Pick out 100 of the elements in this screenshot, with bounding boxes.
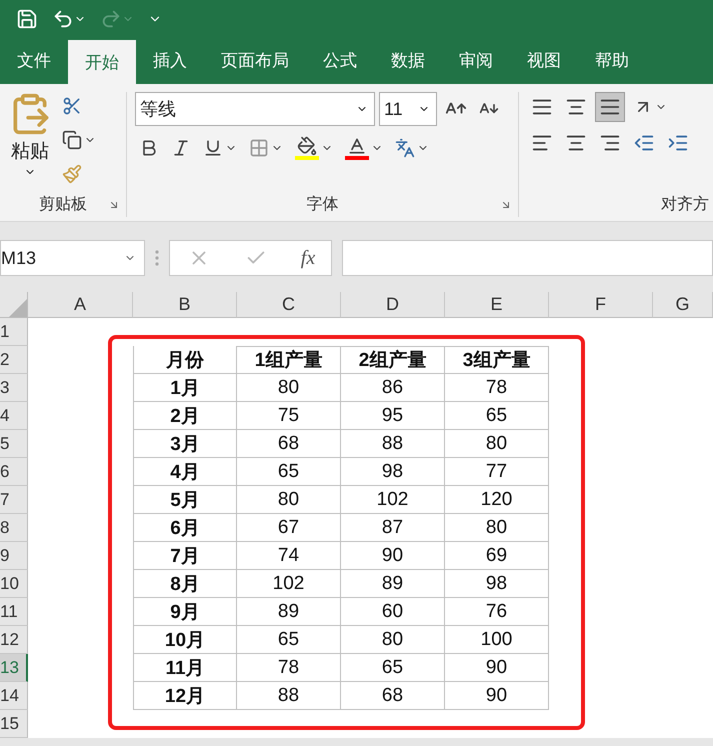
table-cell: 89	[237, 598, 341, 626]
paintbrush-icon	[62, 164, 82, 184]
table-cell: 68	[341, 682, 445, 710]
table-cell: 8月	[133, 570, 237, 598]
ribbon-tab[interactable]: 帮助	[578, 38, 646, 84]
table-cell: 77	[445, 458, 549, 486]
ribbon-tab[interactable]: 插入	[136, 38, 204, 84]
table-cell: 89	[341, 570, 445, 598]
group-label: 字体	[306, 194, 338, 214]
table-cell: 9月	[133, 598, 237, 626]
row-header[interactable]: 7	[0, 486, 28, 514]
table-cell: 4月	[133, 458, 237, 486]
row-header[interactable]: 5	[0, 430, 28, 458]
column-header[interactable]: F	[549, 292, 653, 318]
row-header[interactable]: 12	[0, 626, 28, 654]
dialog-launcher-icon	[108, 199, 120, 211]
table-cell: 65	[237, 626, 341, 654]
column-header[interactable]: D	[341, 292, 445, 318]
ribbon-tab[interactable]: 公式	[306, 38, 374, 84]
table-cell: 78	[237, 654, 341, 682]
table-cell: 87	[341, 514, 445, 542]
name-box[interactable]: M13	[0, 240, 145, 276]
dialog-launcher-icon	[500, 199, 512, 211]
table-cell: 2月	[133, 402, 237, 430]
column-header[interactable]: E	[445, 292, 549, 318]
underline-icon	[203, 138, 223, 158]
row-header[interactable]: 8	[0, 514, 28, 542]
column-header[interactable]: A	[28, 292, 133, 318]
table-cell: 80	[341, 626, 445, 654]
table-cell: 5月	[133, 486, 237, 514]
table-cell: 1月	[133, 374, 237, 402]
ribbon-tab[interactable]: 审阅	[442, 38, 510, 84]
table-cell: 80	[445, 430, 549, 458]
group-label: 剪贴板	[39, 194, 87, 214]
table-cell: 60	[341, 598, 445, 626]
insert-function-button[interactable]: fx	[298, 246, 318, 270]
table-cell: 90	[445, 654, 549, 682]
ribbon-tab[interactable]: 开始	[68, 40, 136, 84]
vertical-align-button[interactable]	[595, 92, 625, 122]
borders-icon	[249, 138, 269, 158]
scissors-icon	[62, 96, 82, 116]
vertical-dots-icon	[155, 250, 159, 266]
table-cell: 65	[341, 654, 445, 682]
undo-icon	[52, 8, 74, 30]
row-header[interactable]: 6	[0, 458, 28, 486]
row-header[interactable]: 10	[0, 570, 28, 598]
paste-button[interactable]: 粘贴	[8, 92, 52, 191]
column-header[interactable]: B	[133, 292, 237, 318]
group-label: 对齐方	[661, 194, 709, 214]
ribbon-tab[interactable]: 视图	[510, 38, 578, 84]
undo-button[interactable]	[52, 8, 86, 30]
column-header[interactable]: G	[653, 292, 713, 318]
table-header-cell: 月份	[133, 346, 237, 374]
row-header[interactable]: 11	[0, 598, 28, 626]
table-cell: 80	[237, 486, 341, 514]
table-cell: 88	[237, 682, 341, 710]
column-header[interactable]: C	[237, 292, 341, 318]
row-header[interactable]: 3	[0, 374, 28, 402]
table-cell: 10月	[133, 626, 237, 654]
ribbon-tab[interactable]: 文件	[0, 38, 68, 84]
redo-icon	[100, 8, 122, 30]
row-header[interactable]: 9	[0, 542, 28, 570]
font-color-icon	[347, 136, 367, 156]
table-cell: 90	[445, 682, 549, 710]
table-cell: 69	[445, 542, 549, 570]
row-header[interactable]: 14	[0, 682, 28, 710]
row-header[interactable]: 15	[0, 710, 28, 738]
row-header[interactable]: 13	[0, 654, 28, 682]
copy-icon	[62, 130, 82, 150]
formula-input-field[interactable]	[342, 240, 713, 276]
table-cell: 98	[341, 458, 445, 486]
row-header[interactable]: 2	[0, 346, 28, 374]
table-cell: 65	[237, 458, 341, 486]
table-cell: 67	[237, 514, 341, 542]
table-cell: 98	[445, 570, 549, 598]
save-button[interactable]	[16, 8, 38, 30]
ribbon-tab[interactable]: 页面布局	[204, 38, 306, 84]
table-cell: 6月	[133, 514, 237, 542]
table-cell: 120	[445, 486, 549, 514]
table-header-cell: 2组产量	[341, 346, 445, 374]
table-cell: 75	[237, 402, 341, 430]
paint-bucket-icon	[297, 136, 317, 156]
table-cell: 11月	[133, 654, 237, 682]
table-cell: 12月	[133, 682, 237, 710]
save-icon	[16, 8, 38, 30]
table-cell: 74	[237, 542, 341, 570]
table-cell: 7月	[133, 542, 237, 570]
table-cell: 78	[445, 374, 549, 402]
table-cell: 102	[237, 570, 341, 598]
row-header[interactable]: 4	[0, 402, 28, 430]
table-cell: 86	[341, 374, 445, 402]
table-cell: 76	[445, 598, 549, 626]
table-cell: 80	[445, 514, 549, 542]
phonetic-icon	[395, 138, 415, 158]
font-name-field[interactable]: 等线	[135, 92, 375, 126]
ribbon-tab[interactable]: 数据	[374, 38, 442, 84]
table-cell: 100	[445, 626, 549, 654]
font-size-field[interactable]: 11	[379, 92, 437, 126]
table-cell: 102	[341, 486, 445, 514]
row-header[interactable]: 1	[0, 318, 28, 346]
